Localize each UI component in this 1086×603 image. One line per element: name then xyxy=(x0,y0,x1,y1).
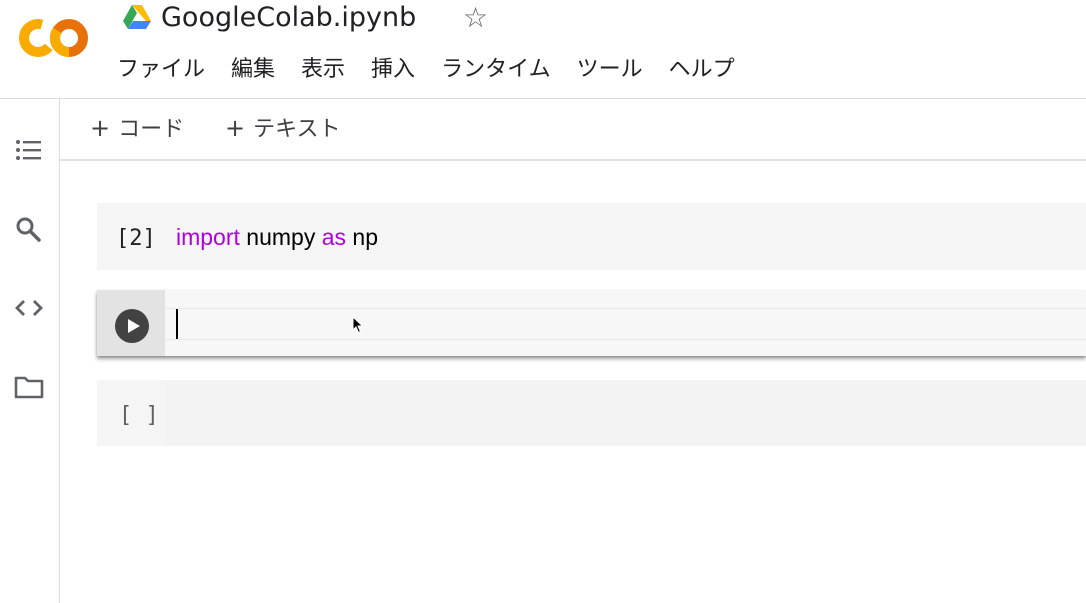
module-name: numpy xyxy=(239,224,322,250)
add-code-label: コード xyxy=(118,117,185,142)
plus-icon: + xyxy=(90,114,111,142)
code-cell-focused[interactable] xyxy=(97,290,1086,356)
add-text-label: テキスト xyxy=(253,117,341,142)
menu-insert[interactable]: 挿入 xyxy=(371,55,415,87)
mouse-pointer-icon xyxy=(352,316,364,334)
colab-logo[interactable] xyxy=(17,16,89,60)
search-icon[interactable] xyxy=(14,215,44,245)
code-cell[interactable]: [2] import numpy as np xyxy=(97,203,1086,270)
menu-runtime[interactable]: ランタイム xyxy=(441,55,551,87)
toc-icon[interactable] xyxy=(14,135,44,165)
run-cell-button[interactable] xyxy=(115,309,149,343)
code-editor[interactable] xyxy=(165,380,1086,446)
menu-tools[interactable]: ツール xyxy=(577,55,643,87)
folder-icon[interactable] xyxy=(14,372,44,402)
notebook-toolbar: + コード + テキスト xyxy=(60,99,1086,161)
menu-view[interactable]: 表示 xyxy=(301,55,345,87)
code-snippets-icon[interactable] xyxy=(14,293,44,323)
code-cell[interactable]: [ ] xyxy=(97,380,1086,446)
execution-count: [2] xyxy=(116,226,156,251)
menu-edit[interactable]: 編集 xyxy=(231,55,275,87)
execution-count: [ ] xyxy=(119,403,159,428)
menu-file[interactable]: ファイル xyxy=(117,55,205,87)
menu-help[interactable]: ヘルプ xyxy=(669,55,735,87)
module-alias: np xyxy=(346,224,379,250)
google-drive-icon[interactable] xyxy=(123,5,151,29)
add-text-button[interactable]: + テキスト xyxy=(225,113,340,145)
keyword-import: import xyxy=(176,224,240,250)
menubar: ファイル 編集 表示 挿入 ランタイム ツール ヘルプ xyxy=(117,55,761,87)
left-sidebar xyxy=(0,99,60,603)
keyword-as: as xyxy=(321,224,347,250)
plus-icon: + xyxy=(225,114,246,142)
add-code-button[interactable]: + コード xyxy=(90,113,184,145)
header: GoogleColab.ipynb ☆ ファイル 編集 表示 挿入 ランタイム … xyxy=(0,0,1086,99)
notebook-title[interactable]: GoogleColab.ipynb xyxy=(161,0,416,36)
code-line[interactable]: import numpy as np xyxy=(176,222,378,252)
code-editor[interactable] xyxy=(165,308,1086,340)
text-cursor xyxy=(176,309,178,339)
star-icon[interactable]: ☆ xyxy=(463,2,488,34)
